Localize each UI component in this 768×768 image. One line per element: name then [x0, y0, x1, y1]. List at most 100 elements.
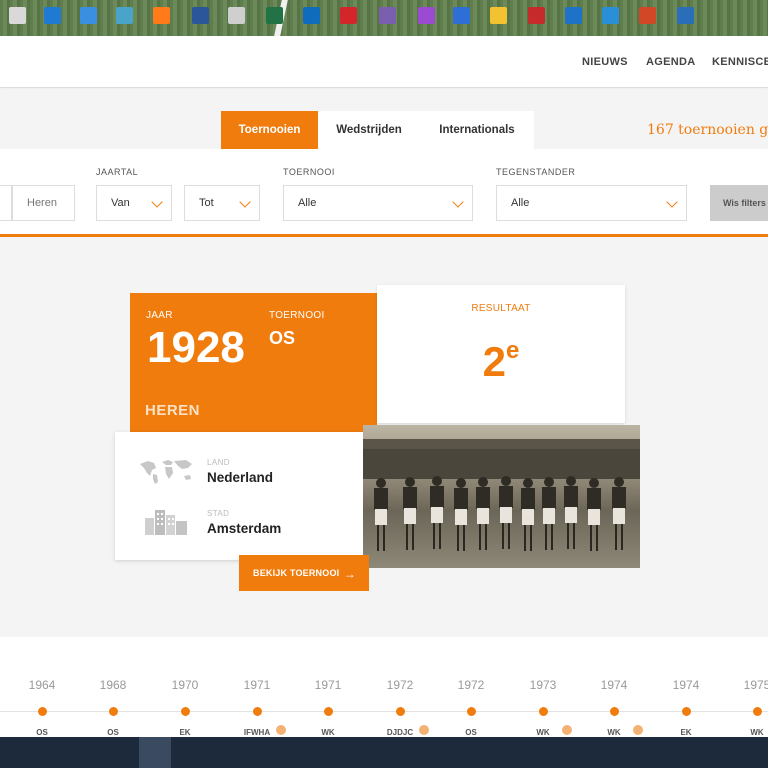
word-icon[interactable] [192, 7, 209, 24]
timeline-dot[interactable] [753, 707, 762, 716]
ie-icon[interactable] [602, 7, 619, 24]
timeline-year: 1972 [457, 678, 485, 692]
outlook-icon[interactable] [303, 7, 320, 24]
stad-label: STAD [207, 509, 230, 518]
gender-value: HEREN [145, 402, 201, 419]
result-value: 2e [377, 337, 625, 386]
timeline-tag: EK [179, 728, 191, 737]
paint-icon[interactable] [565, 7, 582, 24]
timeline-dot[interactable] [539, 707, 548, 716]
app-icon[interactable] [418, 7, 435, 24]
timeline-tag: OS [36, 728, 48, 737]
timeline-tag: EK [680, 728, 692, 737]
timeline-dot[interactable] [109, 707, 118, 716]
calculator-icon[interactable] [228, 7, 245, 24]
firefox-icon[interactable] [153, 7, 170, 24]
toernooi-label: TOERNOOI [283, 167, 335, 177]
arrow-right-icon: → [343, 567, 356, 581]
timeline-year: 1970 [171, 678, 199, 692]
result-suffix: e [506, 337, 520, 364]
timeline-dot[interactable] [467, 707, 476, 716]
tournament-card: JAAR TOERNOOI 1928 OS HEREN [130, 293, 377, 433]
timeline-year: 1973 [529, 678, 557, 692]
timeline-dot[interactable] [324, 707, 333, 716]
timeline-tag: OS [107, 728, 119, 737]
store-icon[interactable] [80, 7, 97, 24]
timeline-year: 1972 [386, 678, 414, 692]
tot-value: Tot [199, 197, 214, 209]
view-tournament-button[interactable]: BEKIJK TOERNOOI → [239, 555, 369, 591]
timeline-dot[interactable] [610, 707, 619, 716]
medal-icon [633, 725, 643, 735]
tournament-type: OS [269, 328, 296, 348]
location-card: LAND Nederland STAD Amsterdam [115, 432, 363, 560]
clear-filters-button[interactable]: Wis filters [710, 185, 768, 221]
timeline-year: 1968 [99, 678, 127, 692]
filezilla-icon[interactable] [528, 7, 545, 24]
timeline-year: 1971 [243, 678, 271, 692]
world-map-icon [140, 460, 192, 484]
jaartal-van-select[interactable]: Van [96, 185, 172, 221]
timeline-tag: WK [321, 728, 335, 737]
city-buildings-icon [145, 510, 187, 535]
nav-agenda[interactable]: AGENDA [646, 56, 695, 68]
team-photo [363, 425, 640, 568]
site-header: NIEUWS AGENDA KENNISCE [0, 36, 768, 88]
timeline-year: 1975 [743, 678, 768, 692]
excel-icon[interactable] [266, 7, 283, 24]
tab-internationals[interactable]: Internationals [420, 111, 534, 149]
nav-nieuws[interactable]: NIEUWS [582, 56, 628, 68]
stad-value: Amsterdam [207, 521, 282, 536]
van-value: Van [111, 197, 130, 209]
timeline-dot[interactable] [253, 707, 262, 716]
result-card: RESULTAAT 2e [377, 285, 625, 423]
timeline-year: 1974 [672, 678, 700, 692]
sun-icon[interactable] [490, 7, 507, 24]
timeline-year: 1964 [28, 678, 56, 692]
tegenstander-label: TEGENSTANDER [496, 167, 576, 177]
gender-option-dames[interactable] [0, 185, 12, 221]
timeline-dot[interactable] [682, 707, 691, 716]
acrobat-icon[interactable] [340, 7, 357, 24]
toernooi-value: Alle [298, 197, 317, 209]
jaartal-label: JAARTAL [96, 167, 139, 177]
result-number: 2 [482, 338, 506, 385]
timeline-dot[interactable] [181, 707, 190, 716]
viewer-icon[interactable] [453, 7, 470, 24]
windows-taskbar [0, 737, 768, 768]
remote-icon[interactable] [677, 7, 694, 24]
gender-option-heren[interactable]: Heren [12, 185, 75, 221]
toernooi-card-label: TOERNOOI [269, 310, 325, 321]
timeline-year: 1974 [600, 678, 628, 692]
result-label: RESULTAAT [471, 303, 531, 314]
chevron-down-icon [151, 196, 163, 208]
land-value: Nederland [207, 470, 274, 485]
notepad-icon[interactable] [116, 7, 133, 24]
chevron-down-icon [666, 196, 678, 208]
tegenstander-select[interactable]: Alle [496, 185, 687, 221]
tab-wedstrijden[interactable]: Wedstrijden [318, 111, 420, 149]
timeline-dot[interactable] [396, 707, 405, 716]
timeline-tag: WK [750, 728, 764, 737]
chevron-down-icon [452, 196, 464, 208]
tab-toernooien[interactable]: Toernooien [221, 111, 318, 149]
toernooi-select[interactable]: Alle [283, 185, 473, 221]
year-value: 1928 [147, 323, 245, 372]
timeline-dot[interactable] [38, 707, 47, 716]
tegenstander-value: Alle [511, 197, 530, 209]
year-label: JAAR [146, 310, 173, 321]
task-view-icon[interactable] [9, 7, 26, 24]
result-count: 167 toernooien ge [647, 122, 768, 138]
jaartal-tot-select[interactable]: Tot [184, 185, 260, 221]
land-label: LAND [207, 458, 230, 467]
medal-icon [562, 725, 572, 735]
timeline-year: 1971 [314, 678, 342, 692]
medal-icon [276, 725, 286, 735]
powerpoint-icon[interactable] [639, 7, 656, 24]
active-app-highlight [139, 737, 171, 768]
djvu-icon[interactable] [379, 7, 396, 24]
chevron-down-icon [239, 196, 251, 208]
nav-kenniscentrum[interactable]: KENNISCE [712, 56, 768, 68]
view-tournament-label: BEKIJK TOERNOOI [253, 568, 340, 578]
edge-icon[interactable] [44, 7, 61, 24]
